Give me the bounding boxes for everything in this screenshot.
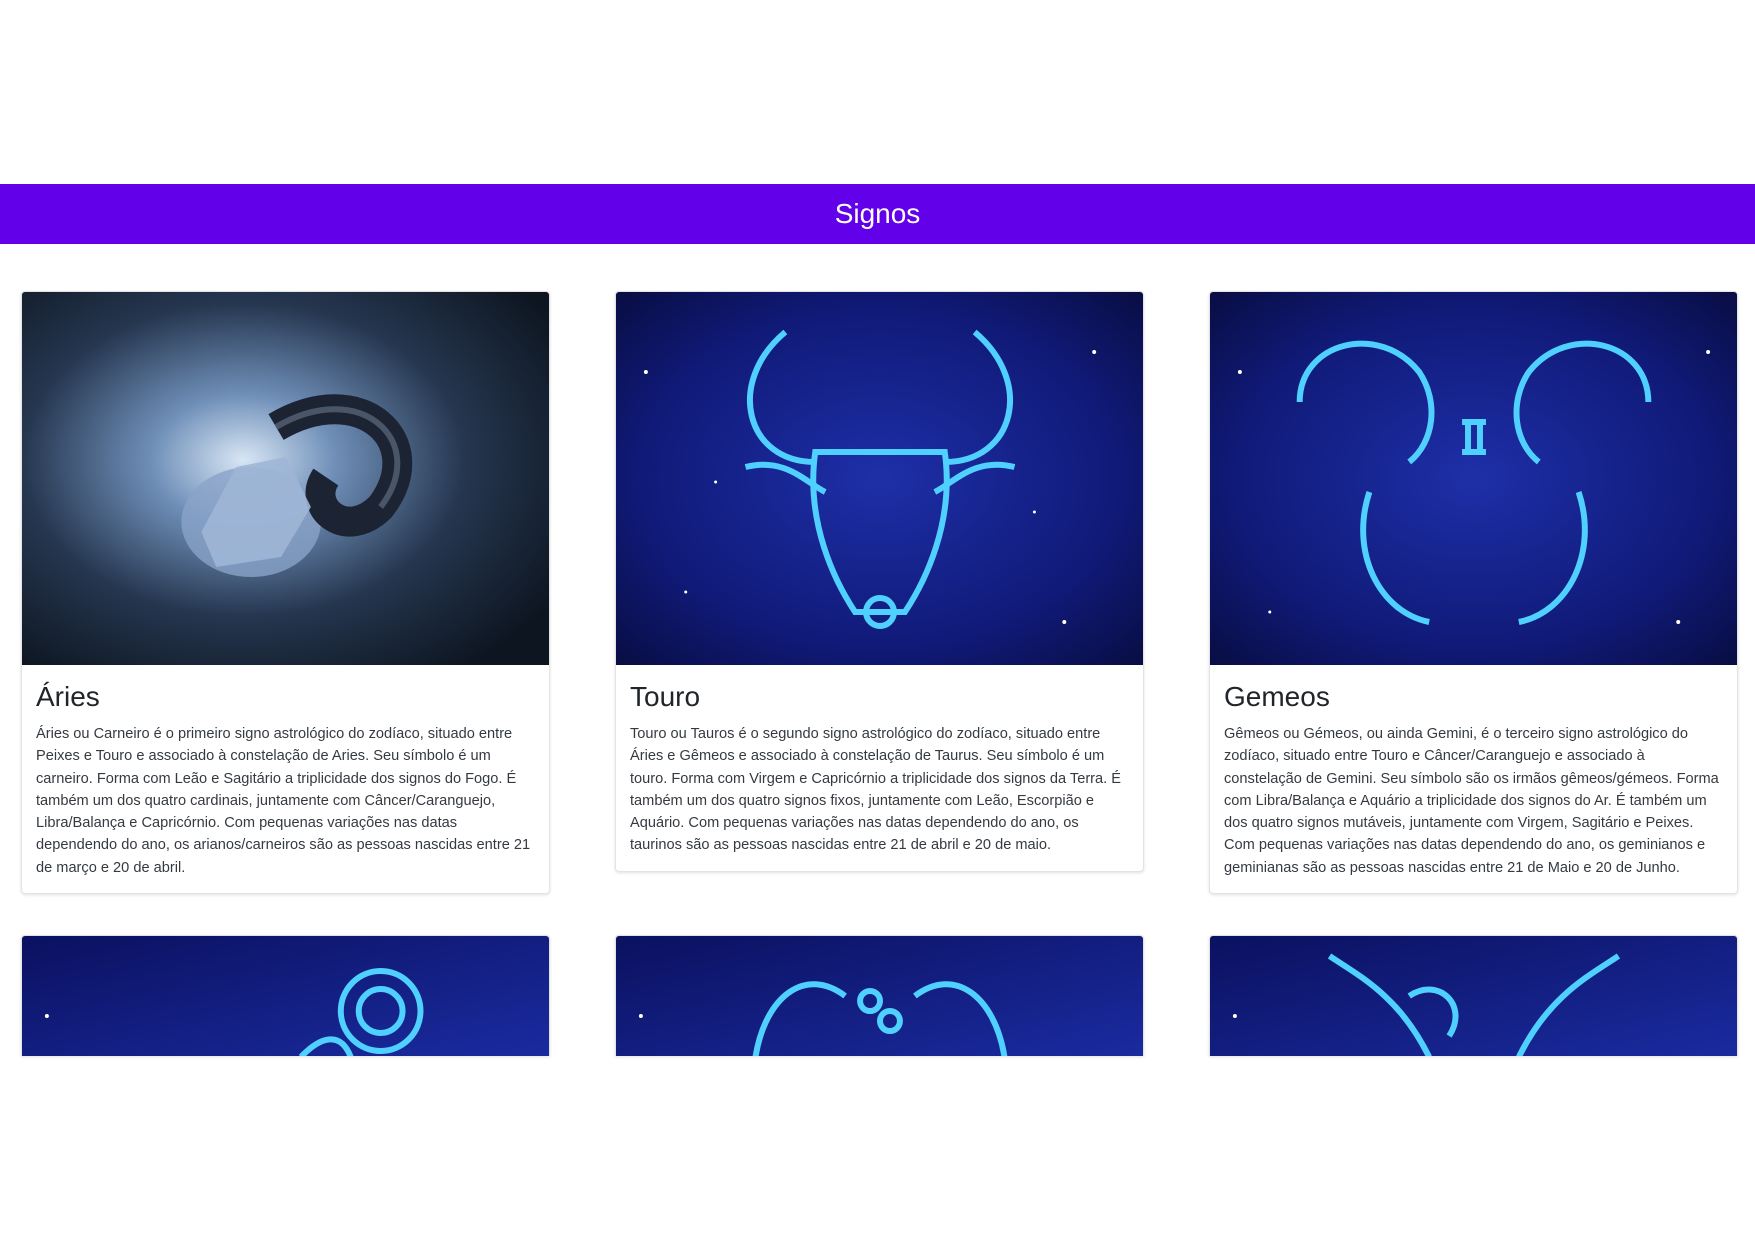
- card-aries[interactable]: Áries Áries ou Carneiro é o primeiro sig…: [21, 291, 550, 895]
- twins-icon: [1210, 292, 1737, 665]
- card-text: Touro ou Tauros é o segundo signo astrol…: [630, 726, 1122, 854]
- card-gemeos[interactable]: Gemeos Gêmeos ou Gémeos, ou ainda Gemini…: [1209, 291, 1738, 895]
- leo-lion-icon: [616, 936, 1143, 1056]
- card-touro[interactable]: Touro Touro ou Tauros é o segundo signo …: [615, 291, 1144, 872]
- card-title: Áries: [36, 681, 100, 712]
- card-title: Touro: [630, 681, 701, 712]
- header-bar: Signos: [0, 184, 1755, 244]
- card-row2-3[interactable]: [1209, 935, 1738, 1056]
- card-text: Gêmeos ou Gémeos, ou ainda Gemini, é o t…: [1224, 726, 1719, 876]
- cancer-crab-icon: [22, 936, 549, 1056]
- page-title: Signos: [834, 198, 921, 229]
- card-title: Gemeos: [1224, 681, 1330, 712]
- bull-icon: [616, 292, 1143, 665]
- card-row2-1[interactable]: [21, 935, 550, 1056]
- card-text: Áries ou Carneiro é o primeiro signo ast…: [36, 726, 531, 876]
- capricorn-icon: [1210, 936, 1737, 1056]
- card-row2-2[interactable]: [615, 935, 1144, 1056]
- ram-icon: [22, 292, 549, 665]
